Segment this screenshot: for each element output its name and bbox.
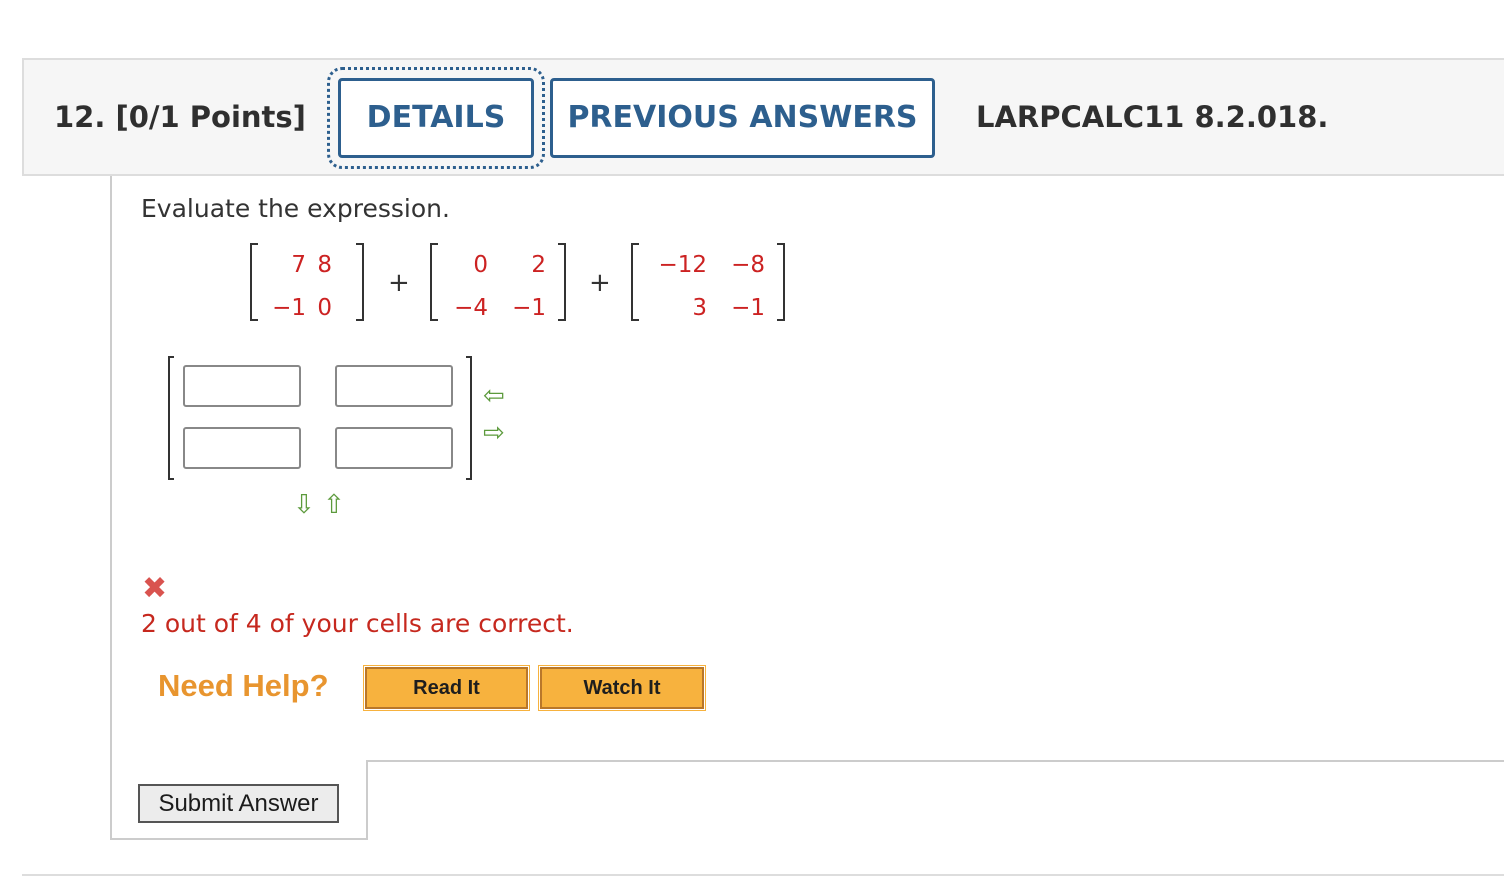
matrix-cell: −4 [454, 295, 488, 321]
matrix-cell: −1 [272, 295, 306, 321]
panel-divider [110, 838, 368, 840]
plus-operator: + [388, 268, 410, 298]
need-help-label: Need Help? [158, 668, 329, 703]
arrow-down-icon[interactable]: ⇩ [293, 492, 315, 518]
matrix-cell: 8 [317, 252, 332, 278]
submit-answer-button[interactable]: Submit Answer [138, 784, 339, 823]
section-divider [22, 874, 1504, 876]
answer-cell-r1c2[interactable] [335, 365, 453, 407]
bracket-right [356, 243, 364, 321]
bracket-left [631, 243, 639, 321]
answer-bracket-right [466, 356, 472, 480]
arrow-left-icon[interactable]: ⇦ [483, 383, 505, 409]
matrix-cell: 2 [531, 252, 546, 278]
details-button[interactable]: DETAILS [327, 67, 545, 169]
bracket-left [430, 243, 438, 321]
question-code: LARPCALC11 8.2.018. [976, 100, 1329, 134]
question-number-points: 12. [0/1 Points] [54, 100, 306, 134]
panel-divider [366, 760, 368, 840]
previous-answers-button[interactable]: PREVIOUS ANSWERS [550, 78, 935, 158]
feedback-text: 2 out of 4 of your cells are correct. [141, 609, 574, 638]
bracket-right [777, 243, 785, 321]
bracket-left [250, 243, 258, 321]
matrix-cell: 0 [317, 295, 332, 321]
matrix-3: −12 −8 3 −1 [631, 243, 785, 321]
matrix-2: 0 2 −4 −1 [430, 243, 566, 321]
matrix-cell: 7 [291, 252, 306, 278]
matrix-cell: 3 [692, 295, 707, 321]
watch-it-button[interactable]: Watch It [538, 665, 706, 711]
x-mark-icon: ✖ [142, 571, 168, 606]
matrix-cell: 0 [473, 252, 488, 278]
answer-cell-r2c1[interactable] [183, 427, 301, 469]
plus-operator: + [589, 268, 611, 298]
answer-cell-r2c2[interactable] [335, 427, 453, 469]
bracket-right [558, 243, 566, 321]
answer-cell-r1c1[interactable] [183, 365, 301, 407]
matrix-cell: −1 [731, 295, 765, 321]
panel-divider [366, 760, 1504, 762]
question-prompt: Evaluate the expression. [141, 194, 450, 223]
arrow-right-icon[interactable]: ⇨ [483, 420, 505, 446]
matrix-cell: −8 [731, 252, 765, 278]
read-it-button[interactable]: Read It [363, 665, 530, 711]
arrow-up-icon[interactable]: ⇧ [323, 492, 345, 518]
answer-bracket-left [168, 356, 174, 480]
matrix-cell: −12 [658, 252, 707, 278]
matrix-1: 7 8 −1 0 [250, 243, 364, 321]
matrix-cell: −1 [512, 295, 546, 321]
